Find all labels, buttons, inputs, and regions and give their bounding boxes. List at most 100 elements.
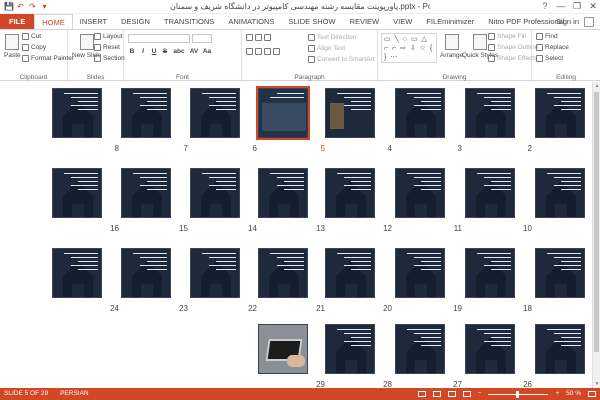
cut-button[interactable]: Cut xyxy=(22,33,41,40)
tab-slide-show[interactable]: SLIDE SHOW xyxy=(281,14,342,29)
slide-thumbnail[interactable] xyxy=(465,248,515,298)
zoom-slider-knob[interactable] xyxy=(516,390,520,398)
window-controls: ? — ❐ ✕ xyxy=(540,1,598,12)
slide-thumbnail[interactable] xyxy=(52,248,102,298)
slide-thumbnail[interactable] xyxy=(535,88,585,138)
slide-thumbnail[interactable] xyxy=(52,88,102,138)
slide-thumbnail[interactable] xyxy=(535,324,585,374)
change-case-button[interactable]: Aa xyxy=(202,48,212,55)
char-spacing-button[interactable]: AV xyxy=(189,48,199,55)
select-button[interactable]: Select xyxy=(536,55,563,62)
shapes-gallery[interactable]: ▭ ╲ ○ ▭ △ ⌐ ⌐ ⇨ ⇩ ☆ { } ⋯ xyxy=(381,33,437,63)
align-center-icon[interactable] xyxy=(255,48,262,55)
tab-file[interactable]: FILE xyxy=(0,14,35,29)
save-icon[interactable]: 💾 xyxy=(4,2,14,11)
numbering-icon[interactable] xyxy=(255,34,262,41)
slide-thumbnail[interactable] xyxy=(52,168,102,218)
slide-thumbnail[interactable] xyxy=(325,168,375,218)
scroll-up-icon[interactable]: ▲ xyxy=(593,83,600,89)
shape-outline-button[interactable]: Shape Outline xyxy=(488,44,538,51)
tab-animations[interactable]: ANIMATIONS xyxy=(221,14,281,29)
copy-button[interactable]: Copy xyxy=(22,44,46,51)
minimize-button[interactable]: — xyxy=(556,1,566,12)
zoom-level[interactable]: 50 % xyxy=(566,388,581,400)
section-button[interactable]: Section xyxy=(94,55,125,62)
slideshow-view-icon[interactable] xyxy=(462,391,471,397)
slide-thumbnail[interactable] xyxy=(190,168,240,218)
scrollbar-thumb[interactable] xyxy=(594,92,599,352)
customize-qat-icon[interactable]: ▾ xyxy=(40,2,49,11)
align-text-button[interactable]: Align Text xyxy=(308,45,345,52)
strikethrough-button[interactable]: S xyxy=(161,48,169,55)
slide-thumbnail[interactable] xyxy=(190,88,240,138)
slide-thumbnail[interactable] xyxy=(395,324,445,374)
avatar-icon[interactable] xyxy=(584,16,594,27)
align-right-icon[interactable] xyxy=(264,48,271,55)
slide-thumbnail[interactable] xyxy=(395,88,445,138)
slide-thumbnail[interactable] xyxy=(190,248,240,298)
tab-review[interactable]: REVIEW xyxy=(343,14,387,29)
convert-smartart-button[interactable]: Convert to SmartArt xyxy=(308,56,374,63)
undo-icon[interactable]: ↶ xyxy=(16,2,25,11)
redo-icon[interactable]: ↷ xyxy=(28,2,37,11)
justify-icon[interactable] xyxy=(273,48,280,55)
tab-transitions[interactable]: TRANSITIONS xyxy=(157,14,221,29)
language-indicator[interactable]: PERSIAN xyxy=(60,388,89,400)
tab-fileminimizer[interactable]: FILEminimizer xyxy=(419,14,481,29)
zoom-in-button[interactable]: + xyxy=(555,388,559,400)
tab-home[interactable]: HOME xyxy=(34,14,73,29)
slide-thumbnail[interactable] xyxy=(258,248,308,298)
slide-thumbnail[interactable] xyxy=(535,168,585,218)
slide-thumbnail[interactable] xyxy=(258,324,308,374)
sign-in-link[interactable]: Sign in xyxy=(556,14,579,29)
fit-slide-icon[interactable] xyxy=(588,391,596,397)
find-button[interactable]: Find xyxy=(536,33,558,40)
font-name-dropdown[interactable] xyxy=(128,34,190,43)
zoom-out-button[interactable]: − xyxy=(478,388,482,400)
slide-thumbnail[interactable] xyxy=(395,248,445,298)
shape-effects-button[interactable]: Shape Effects xyxy=(488,55,537,62)
slide-thumbnail[interactable] xyxy=(325,324,375,374)
reading-view-icon[interactable] xyxy=(447,391,456,397)
indent-icon[interactable] xyxy=(264,34,271,41)
format-painter-button[interactable]: Format Painter xyxy=(22,55,74,62)
slide-thumbnail[interactable] xyxy=(465,168,515,218)
italic-button[interactable]: I xyxy=(139,48,147,55)
slide-thumbnail[interactable] xyxy=(258,168,308,218)
tab-insert[interactable]: INSERT xyxy=(73,14,114,29)
slide-thumbnail[interactable] xyxy=(121,248,171,298)
help-button[interactable]: ? xyxy=(540,1,550,12)
scroll-down-icon[interactable]: ▼ xyxy=(593,381,600,387)
bold-button[interactable]: B xyxy=(128,48,136,55)
bullets-icon[interactable] xyxy=(246,34,253,41)
replace-button[interactable]: Replace xyxy=(536,44,569,51)
text-direction-button[interactable]: Text Direction xyxy=(308,34,356,41)
slide-thumbnail[interactable] xyxy=(395,168,445,218)
align-left-icon[interactable] xyxy=(246,48,253,55)
slide-thumbnail[interactable] xyxy=(256,86,310,140)
font-size-dropdown[interactable] xyxy=(192,34,212,43)
shadow-button[interactable]: abc xyxy=(172,48,186,55)
restore-button[interactable]: ❐ xyxy=(572,1,582,12)
slide-thumbnail[interactable] xyxy=(325,248,375,298)
close-button[interactable]: ✕ xyxy=(588,1,598,12)
shape-fill-button[interactable]: Shape Fill xyxy=(488,33,526,40)
layout-button[interactable]: Layout xyxy=(94,33,123,40)
slide-thumbnail[interactable] xyxy=(465,88,515,138)
normal-view-icon[interactable] xyxy=(417,391,426,397)
arrange-button[interactable]: Arrange xyxy=(440,34,463,59)
slide-thumbnail[interactable] xyxy=(121,88,171,138)
slide-thumbnail[interactable] xyxy=(325,88,375,138)
slide-thumbnail[interactable] xyxy=(535,248,585,298)
underline-button[interactable]: U xyxy=(150,48,158,55)
tab-view[interactable]: VIEW xyxy=(386,14,419,29)
paste-button[interactable]: Paste xyxy=(4,34,21,59)
tab-design[interactable]: DESIGN xyxy=(114,14,157,29)
slide-sorter-view-icon[interactable] xyxy=(432,391,441,397)
reset-button[interactable]: Reset xyxy=(94,44,120,51)
vertical-scrollbar[interactable]: ▲ ▼ xyxy=(592,82,600,388)
zoom-slider[interactable] xyxy=(488,390,549,398)
slide-text xyxy=(477,93,511,113)
slide-thumbnail[interactable] xyxy=(121,168,171,218)
slide-thumbnail[interactable] xyxy=(465,324,515,374)
